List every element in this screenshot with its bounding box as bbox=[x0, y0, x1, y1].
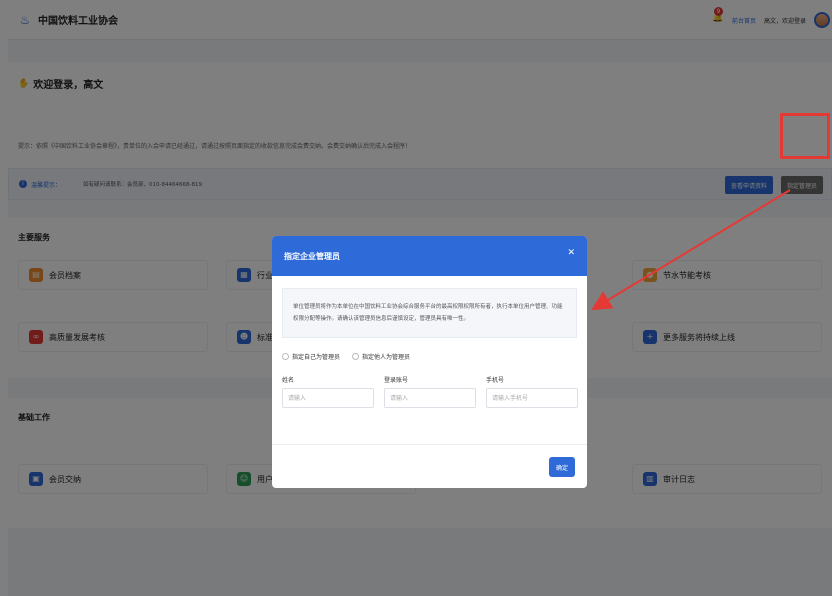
name-input[interactable] bbox=[282, 388, 374, 408]
modal-title: 指定企业管理员 bbox=[284, 251, 340, 261]
radio-dot-self[interactable] bbox=[282, 353, 289, 360]
close-icon[interactable]: ✕ bbox=[567, 248, 575, 258]
modal-footer: 确定 bbox=[272, 444, 587, 488]
radio-assign-other[interactable]: 指定他人为管理员 bbox=[352, 352, 410, 361]
account-input[interactable] bbox=[384, 388, 476, 408]
modal-description: 单位管理员将作为本单位在中国饮料工业协会综合服务平台的最高权限权限所有者，执行本… bbox=[282, 288, 577, 338]
account-field-group: 登录账号 bbox=[384, 375, 476, 408]
phone-label: 手机号 bbox=[486, 377, 505, 384]
admin-form-fields: 姓名 登录账号 手机号 bbox=[282, 375, 578, 408]
phone-input[interactable] bbox=[486, 388, 578, 408]
assign-admin-modal: 指定企业管理员 ✕ 单位管理员将作为本单位在中国饮料工业协会综合服务平台的最高权… bbox=[272, 236, 587, 488]
admin-type-radio-group: 指定自己为管理员 指定他人为管理员 bbox=[282, 352, 577, 361]
highlight-annotation-box bbox=[780, 113, 830, 159]
phone-field-group: 手机号 bbox=[486, 375, 578, 408]
name-field-group: 姓名 bbox=[282, 375, 374, 408]
account-label: 登录账号 bbox=[384, 377, 409, 384]
name-label: 姓名 bbox=[282, 377, 295, 384]
radio-assign-self[interactable]: 指定自己为管理员 bbox=[282, 352, 340, 361]
radio-dot-other[interactable] bbox=[352, 353, 360, 360]
modal-header: 指定企业管理员 ✕ bbox=[272, 236, 587, 276]
confirm-button[interactable]: 确定 bbox=[549, 457, 575, 477]
